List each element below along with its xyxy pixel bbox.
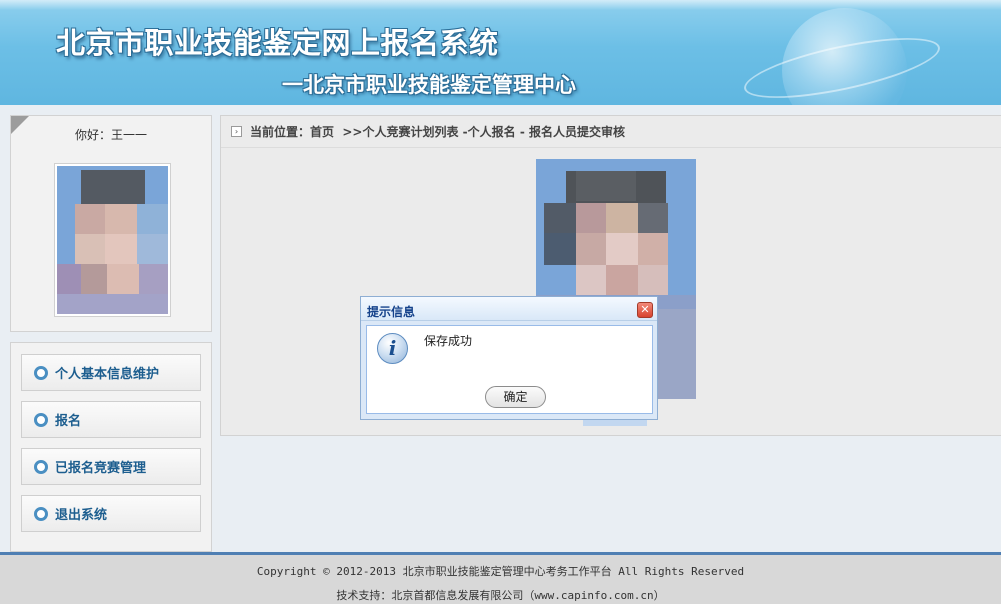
avatar [54,163,171,317]
sidebar-item-registered-contests[interactable]: 已报名竞赛管理 [21,448,201,485]
bullet-icon [34,412,48,427]
sidebar-item-register[interactable]: 报名 [21,401,201,438]
ok-button[interactable]: 确定 [485,386,546,408]
close-icon[interactable]: ✕ [637,302,653,318]
header-banner: 北京市职业技能鉴定网上报名系统 一北京市职业技能鉴定管理中心 [0,0,1001,105]
dialog-message: 保存成功 [424,334,473,348]
breadcrumb: › 当前位置： 首页 >>个人竞赛计划列表 -个人报名 - 报名人员提交审核 [221,116,1001,148]
dialog-body: i 保存成功 确定 [366,325,653,414]
sidebar-item-label: 个人基本信息维护 [55,367,160,382]
breadcrumb-prefix: 当前位置： [250,125,311,139]
sidebar-item-label: 已报名竞赛管理 [55,461,147,476]
sidebar-item-logout[interactable]: 退出系统 [21,495,201,532]
footer-copyright: Copyright © 2012-2013 北京市职业技能鉴定管理中心考务工作平… [256,565,745,578]
breadcrumb-arrow-icon: › [231,126,242,137]
message-dialog: 提示信息 ✕ i 保存成功 确定 [360,296,658,420]
sidebar-item-profile[interactable]: 个人基本信息维护 [21,354,201,391]
user-panel: 你好：王一一 [10,115,212,332]
sidebar-item-label: 报名 [55,414,82,429]
sidebar-item-label: 退出系统 [55,508,108,523]
avatar-photo [57,166,168,314]
info-icon: i [377,333,408,364]
sidebar-menu: 个人基本信息维护 报名 已报名竞赛管理 退出系统 [10,342,212,552]
dialog-header: 提示信息 ✕ [361,297,657,321]
bullet-icon [34,365,48,380]
user-greeting: 你好：王一一 [74,128,147,142]
footer: Copyright © 2012-2013 北京市职业技能鉴定管理中心考务工作平… [0,552,1001,604]
breadcrumb-path: 首页 >>个人竞赛计划列表 -个人报名 - 报名人员提交审核 [310,125,625,139]
bullet-icon [34,506,48,521]
bullet-icon [34,459,48,474]
site-title: 北京市职业技能鉴定网上报名系统 [56,26,499,60]
site-subtitle: 一北京市职业技能鉴定管理中心 [282,73,576,97]
dialog-title: 提示信息 [367,305,416,319]
footer-support: 技术支持：北京首都信息发展有限公司（www.capinfo.com.cn） [336,589,665,602]
